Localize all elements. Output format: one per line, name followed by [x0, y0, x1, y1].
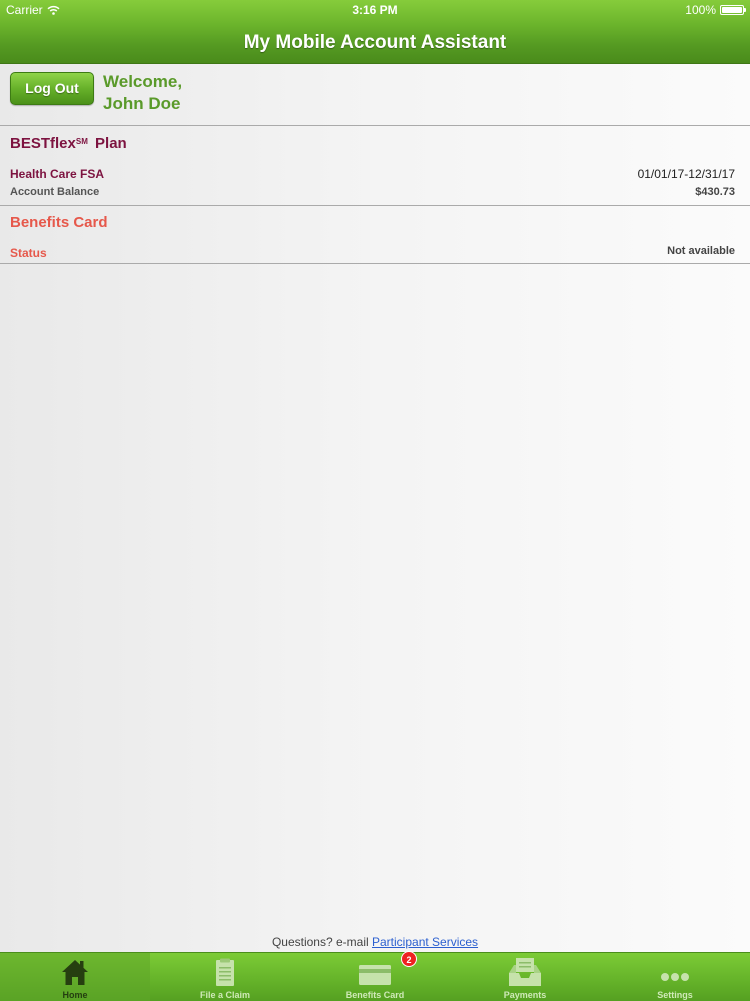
- benefits-card-title: Benefits Card: [10, 214, 108, 231]
- card-icon: [359, 965, 391, 985]
- questions-text: Questions? e-mail: [271, 935, 372, 949]
- tab-home[interactable]: Home: [0, 953, 150, 1001]
- more-icon: [661, 973, 689, 981]
- page-title: My Mobile Account Assistant: [243, 32, 507, 53]
- card-status-value: Not available: [667, 245, 735, 257]
- plan-title: BESTflexSM Plan: [10, 135, 127, 152]
- card-status-label: Status: [10, 246, 47, 260]
- tab-label: Benefits Card: [345, 990, 405, 1000]
- welcome-section: Log Out Welcome, John Doe: [0, 63, 750, 126]
- welcome-message: Welcome, John Doe: [103, 71, 182, 115]
- tab-label: Payments: [503, 990, 547, 1000]
- document-icon: [216, 958, 234, 986]
- tab-label: File a Claim: [199, 990, 251, 1000]
- tab-label: Home: [62, 990, 88, 1000]
- logout-button[interactable]: Log Out: [10, 72, 94, 105]
- benefits-card-section[interactable]: Benefits Card Status Not available: [0, 206, 750, 264]
- tab-file-claim[interactable]: File a Claim: [150, 953, 300, 1001]
- tab-bar: Home File a Claim 2 Benefits Card Paymen…: [0, 951, 750, 1001]
- welcome-greeting: Welcome,: [103, 72, 183, 91]
- account-period: 01/01/17-12/31/17: [637, 167, 735, 181]
- plan-name: BESTflex: [10, 135, 76, 152]
- battery-percent: 100%: [685, 3, 716, 17]
- home-icon: [62, 960, 88, 985]
- plan-title-suffix: Plan: [90, 135, 127, 152]
- plan-section[interactable]: BESTflexSM Plan Health Care FSA 01/01/17…: [0, 126, 750, 206]
- tab-settings[interactable]: Settings: [600, 953, 750, 1001]
- tab-payments[interactable]: Payments: [450, 953, 600, 1001]
- balance-label: Account Balance: [10, 186, 100, 198]
- participant-services-link[interactable]: Participant Services: [372, 935, 478, 949]
- tab-label: Settings: [657, 990, 693, 1000]
- inbox-icon: [509, 958, 541, 986]
- clock: 3:16 PM: [352, 3, 398, 17]
- status-bar: Carrier 3:16 PM 100%: [0, 0, 750, 20]
- tab-benefits-card[interactable]: 2 Benefits Card: [300, 951, 450, 1001]
- balance-value: $430.73: [695, 186, 735, 198]
- user-name: John Doe: [103, 94, 181, 113]
- battery-icon: [720, 5, 746, 15]
- header-bar: Carrier 3:16 PM 100% My Mobile Account A…: [0, 0, 750, 64]
- notification-badge: 2: [401, 951, 417, 967]
- account-name: Health Care FSA: [10, 167, 105, 181]
- battery-status: 100%: [685, 3, 746, 17]
- service-mark: SM: [75, 137, 88, 146]
- questions-footer: Questions? e-mail Participant Services: [0, 935, 750, 949]
